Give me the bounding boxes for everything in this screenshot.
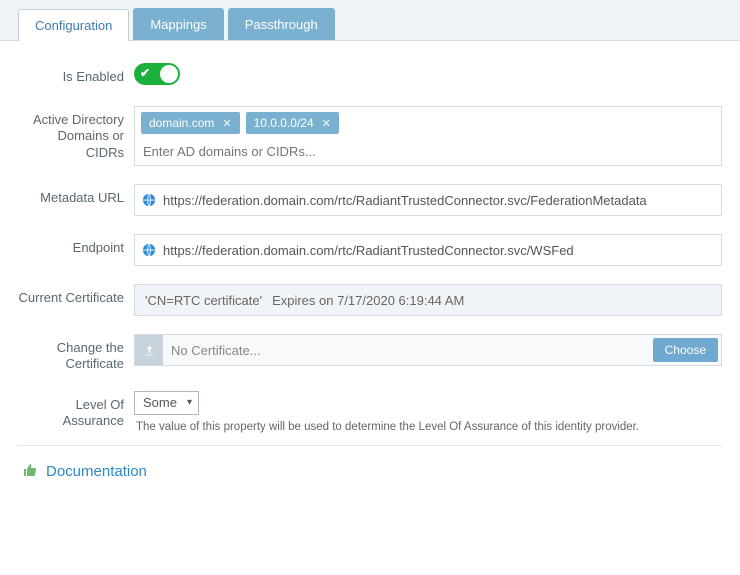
chevron-down-icon: ▾ (187, 397, 192, 408)
tag-label: domain.com (149, 116, 214, 130)
tab-bar: Configuration Mappings Passthrough (0, 0, 740, 41)
certificate-subject: 'CN=RTC certificate' (145, 293, 262, 308)
tag-label: 10.0.0.0/24 (254, 116, 314, 130)
certificate-expires: Expires on 7/17/2020 6:19:44 AM (272, 293, 464, 308)
loa-help-text: The value of this property will be used … (134, 421, 722, 433)
tab-mappings[interactable]: Mappings (133, 8, 223, 40)
metadata-url-input[interactable] (163, 185, 721, 215)
endpoint-input[interactable] (163, 235, 721, 265)
domain-tag: domain.com ✕ (141, 112, 240, 134)
loa-select[interactable]: Some ▾ (134, 391, 199, 415)
choose-certificate-button[interactable]: Choose (653, 338, 718, 362)
globe-icon (135, 243, 163, 257)
label-is-enabled: Is Enabled (18, 63, 134, 85)
divider (18, 445, 722, 446)
toggle-knob (160, 65, 178, 83)
check-icon: ✔ (140, 66, 150, 80)
label-change-certificate: Change the Certificate (18, 334, 134, 373)
loa-selected-value: Some (143, 395, 177, 410)
label-metadata-url: Metadata URL (18, 184, 134, 206)
remove-tag-icon[interactable]: ✕ (222, 117, 231, 130)
label-endpoint: Endpoint (18, 234, 134, 256)
change-certificate-filebox: No Certificate... Choose (134, 334, 722, 366)
domains-input[interactable] (141, 140, 715, 161)
documentation-link[interactable]: Documentation (18, 462, 722, 496)
globe-icon (135, 193, 163, 207)
domains-tagbox[interactable]: domain.com ✕ 10.0.0.0/24 ✕ (134, 106, 722, 166)
documentation-label: Documentation (46, 463, 147, 480)
label-current-certificate: Current Certificate (18, 284, 134, 306)
configuration-panel: Is Enabled ✔ Active Directory Domains or… (0, 41, 740, 508)
thumbs-up-icon (22, 462, 38, 482)
current-certificate-display: 'CN=RTC certificate' Expires on 7/17/202… (134, 284, 722, 316)
remove-tag-icon[interactable]: ✕ (322, 117, 331, 130)
certificate-placeholder: No Certificate... (163, 335, 650, 365)
domain-tag: 10.0.0.0/24 ✕ (246, 112, 339, 134)
upload-icon (135, 335, 163, 365)
is-enabled-toggle[interactable]: ✔ (134, 63, 180, 85)
label-level-of-assurance: Level Of Assurance (18, 391, 134, 430)
tab-configuration[interactable]: Configuration (18, 9, 129, 41)
label-domains: Active Directory Domains or CIDRs (18, 106, 134, 161)
tab-passthrough[interactable]: Passthrough (228, 8, 335, 40)
